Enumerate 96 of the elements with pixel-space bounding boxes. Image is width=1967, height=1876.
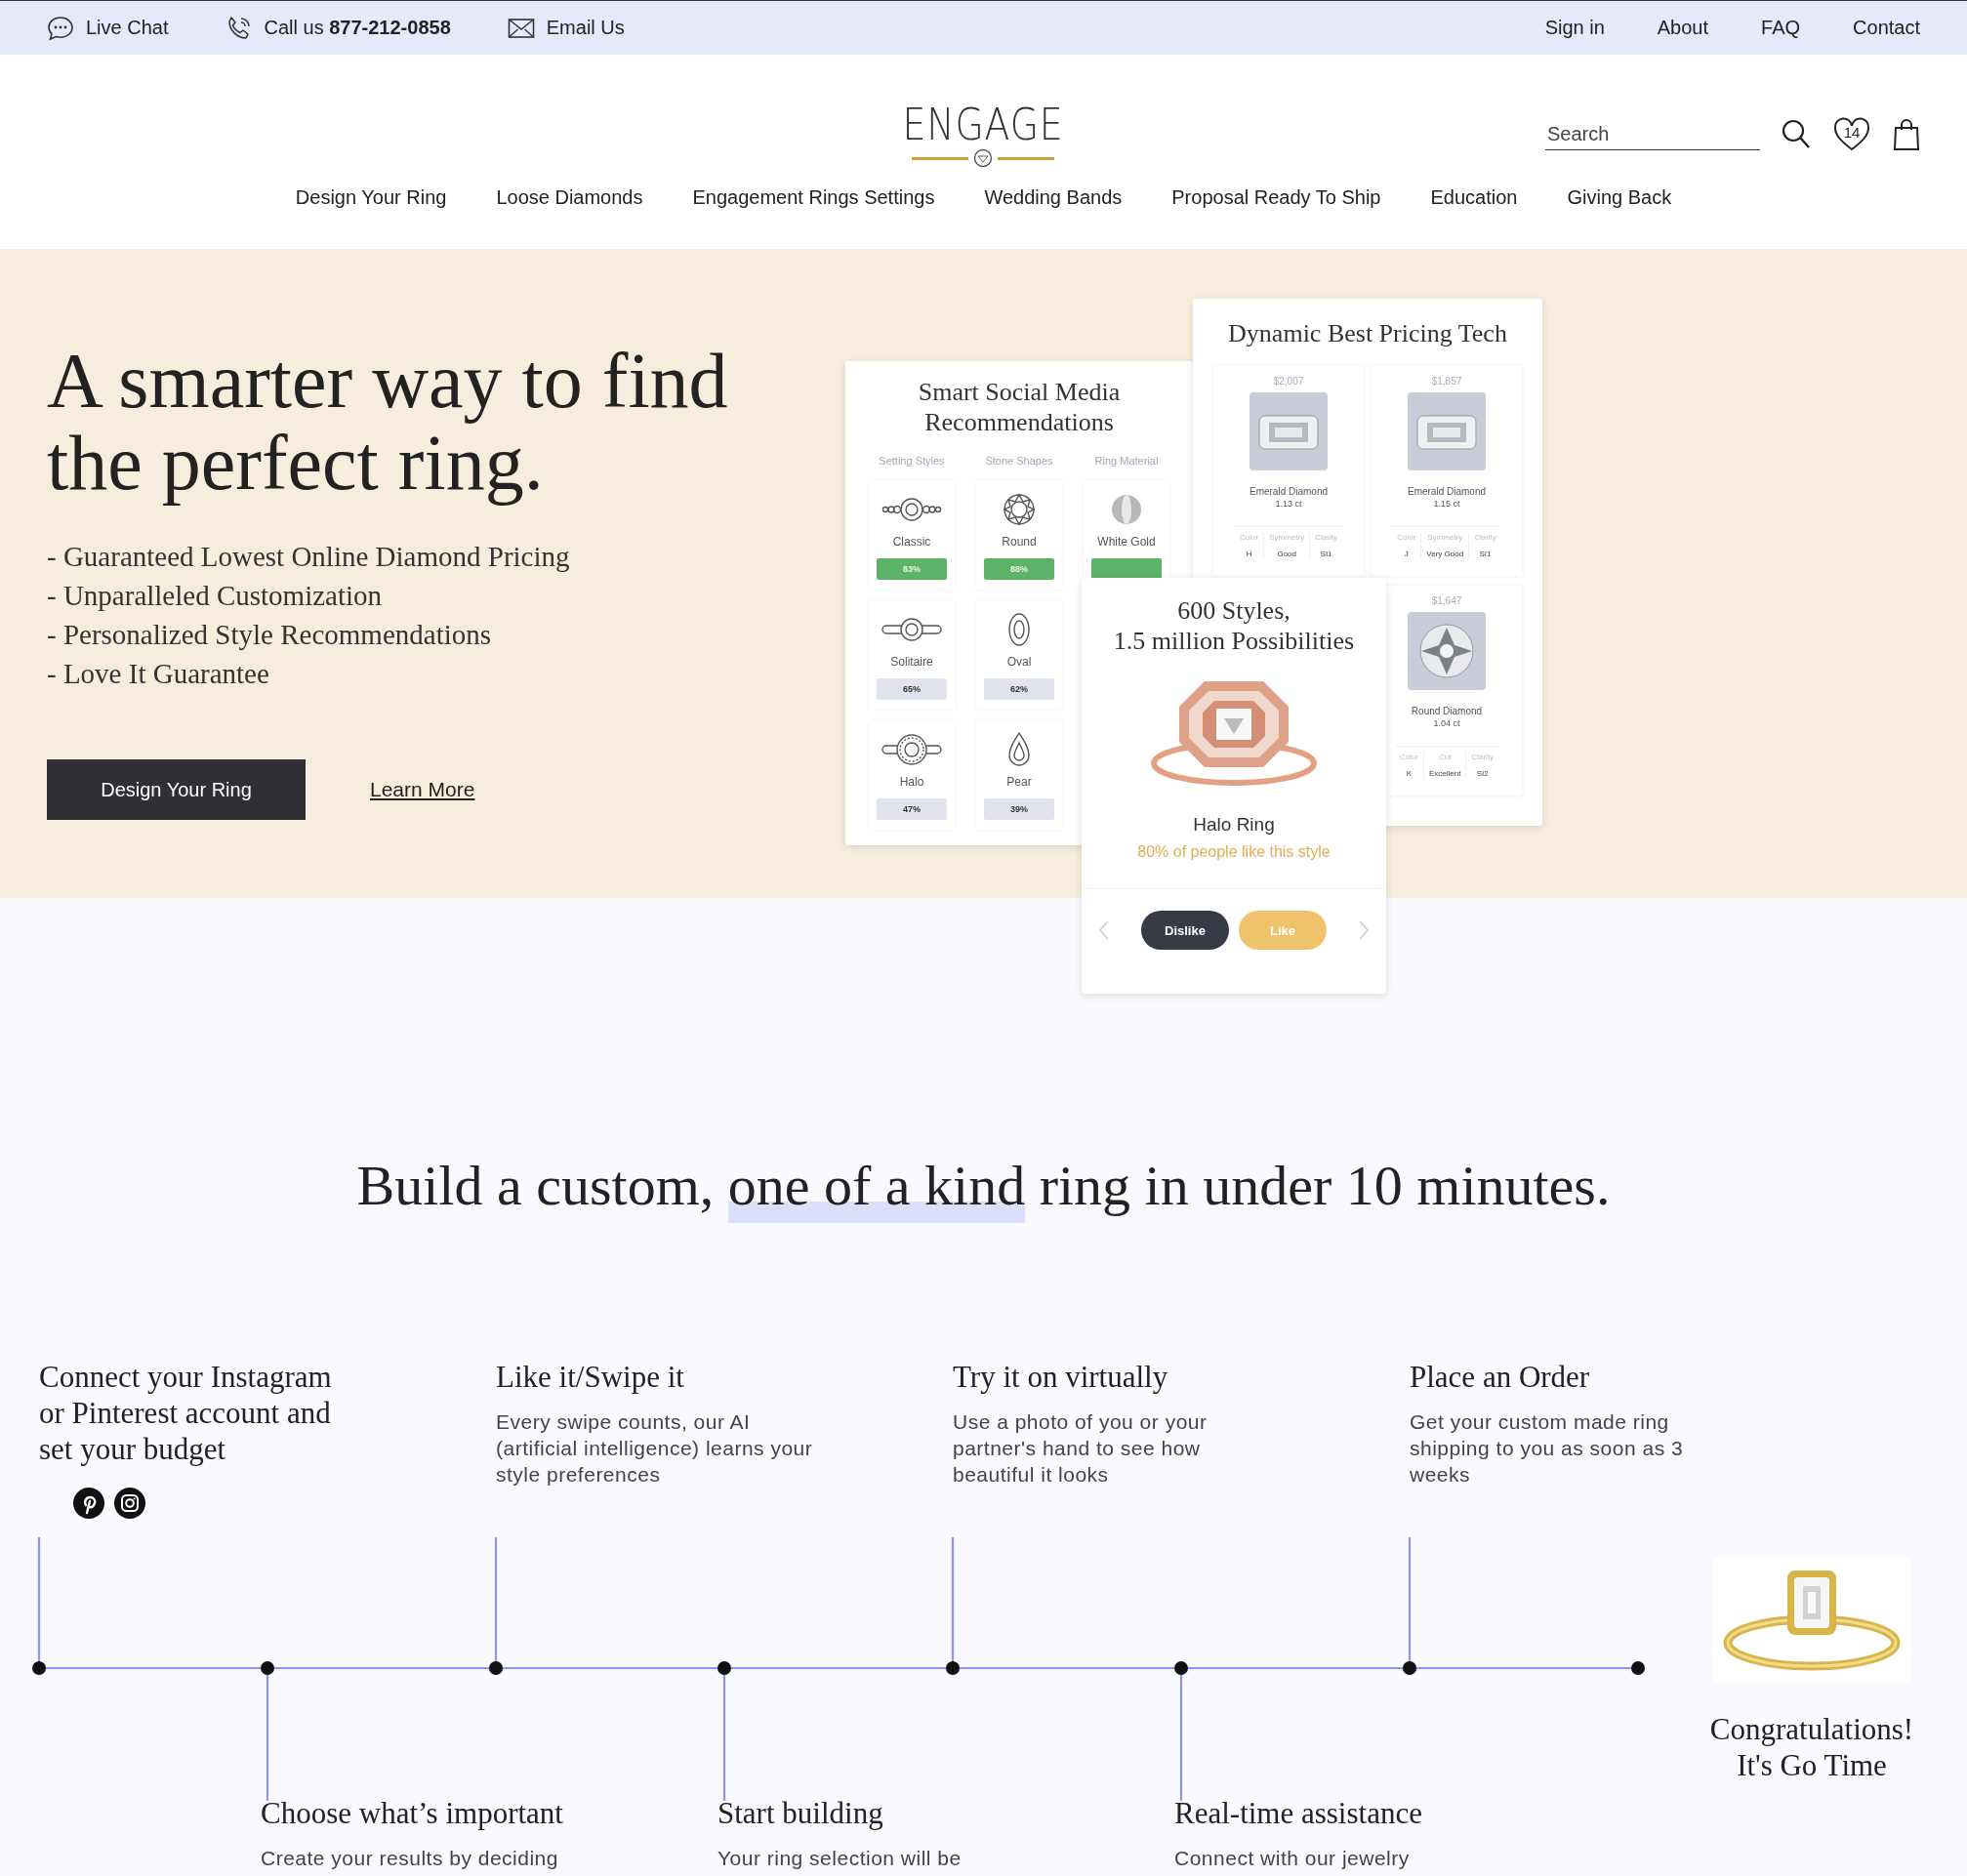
shopping-bag-icon[interactable] (1893, 118, 1920, 151)
step-title: Try it on virtually (953, 1359, 1169, 1395)
card-title: 1.5 million Possibilities (1113, 626, 1355, 656)
style-name: Halo Ring (1193, 814, 1275, 836)
nav-link[interactable]: Engagement Rings Settings (692, 186, 935, 209)
card-title: Smart Social Media Recommendations (917, 377, 1122, 437)
dislike-button[interactable]: Dislike (1141, 911, 1229, 950)
spec-label: Clarity (1474, 533, 1496, 542)
step-description: Your ring selection will be (717, 1846, 963, 1871)
step-description: Create your results by deciding (261, 1846, 559, 1871)
tile-label: White Gold (1097, 535, 1156, 549)
spec-value: SI1 (1479, 550, 1492, 558)
style-rating: 80% of people like this style (1137, 843, 1331, 861)
diamond-name: Emerald Diamond (1249, 486, 1328, 497)
hero-title: A smarter way to find the perfect ring. (47, 340, 729, 504)
spec-value: J (1404, 550, 1409, 558)
spec-value: SI2 (1476, 769, 1489, 778)
spec-value: Very Good (1426, 550, 1464, 558)
step-title: Real-time assistance (1174, 1795, 1423, 1831)
feature-item: - Personalized Style Recommendations (47, 618, 492, 652)
spec-label: Color (1240, 533, 1259, 542)
spec-value: SI1 (1320, 550, 1332, 558)
top-link[interactable]: About (1657, 17, 1709, 39)
email-link[interactable]: Email Us (546, 17, 625, 39)
diamond-carat: 1.13 ct (1275, 499, 1302, 509)
nav-link[interactable]: Education (1430, 186, 1518, 209)
wishlist-button[interactable]: 14 (1832, 117, 1871, 152)
nav-link[interactable]: Wedding Bands (984, 186, 1123, 209)
column-header: Setting Styles (879, 455, 945, 467)
spec-label: Symmetry (1427, 533, 1463, 542)
spec-value: K (1406, 769, 1413, 778)
logo-diamond-icon (912, 148, 1055, 168)
spec-value: Good (1277, 550, 1296, 558)
spec-value: Excellent (1429, 769, 1461, 778)
camera-icon[interactable] (113, 1487, 146, 1520)
design-ring-button[interactable]: Design Your Ring (47, 759, 306, 820)
step-description: Every swipe counts, our AI (artificial intelligence) learns your style preferences (496, 1409, 814, 1488)
diamond-name: Round Diamond (1411, 706, 1483, 716)
diamond-carat: 1.04 ct (1433, 718, 1460, 728)
top-link[interactable]: FAQ (1761, 17, 1801, 39)
tile-label: Pear (1006, 775, 1032, 789)
feature-item: - Guaranteed Lowest Online Diamond Pricing (47, 540, 570, 574)
phone-link[interactable]: Call us 877-212-0858 (264, 17, 451, 39)
step-title: Place an Order (1410, 1359, 1591, 1395)
spec-label: Clarity (1315, 533, 1337, 542)
step-description: Get your custom made ring shipping to you as soon as 3 weeks (1410, 1409, 1685, 1488)
nav-link[interactable]: Design Your Ring (295, 186, 447, 209)
diamond-name: Emerald Diamond (1407, 486, 1486, 497)
step-title: Choose what’s important (261, 1795, 564, 1831)
live-chat-link[interactable]: Live Chat (86, 17, 169, 39)
tile-label: Solitaire (890, 655, 933, 669)
logo[interactable]: ENGAGE (902, 102, 1065, 148)
tile-label: Halo (899, 775, 924, 789)
step-description: Use a photo of you or your partner's hand to see how beautiful it looks (953, 1409, 1209, 1488)
match-bar: 65% (877, 678, 947, 700)
spec-value: H (1246, 550, 1252, 558)
feature-item: - Unparalleled Customization (47, 579, 383, 613)
final-step-title: It's Go Time (1737, 1747, 1887, 1783)
tile-label: Classic (892, 535, 931, 549)
tile-label: Oval (1006, 655, 1032, 669)
nav-link[interactable]: Giving Back (1567, 186, 1672, 209)
section-heading: Build a custom, one of a kind ring in under 10 minutes. (356, 1150, 1611, 1222)
match-bar: 88% (984, 558, 1054, 580)
spec-label: Clarity (1471, 753, 1495, 761)
diamond-price: $2,007 (1273, 376, 1304, 387)
column-header: Ring Material (1094, 455, 1159, 467)
mail-icon (507, 17, 535, 39)
match-bar: 39% (984, 798, 1054, 820)
match-bar: 83% (877, 558, 947, 580)
nav-link[interactable]: Loose Diamonds (496, 186, 643, 209)
top-link[interactable]: Contact (1853, 17, 1920, 39)
feature-item: - Love It Guarantee (47, 657, 269, 691)
chat-icon (47, 15, 74, 41)
diamond-price: $1,647 (1431, 595, 1462, 606)
match-bar: 47% (877, 798, 947, 820)
search-field[interactable]: Search (1545, 119, 1760, 150)
tile-label: Round (1002, 535, 1037, 549)
spec-label: Color (1399, 753, 1418, 761)
card-title: Dynamic Best Pricing Tech (1227, 318, 1508, 348)
top-link[interactable]: Sign in (1544, 17, 1605, 39)
spec-label: Symmetry (1269, 533, 1305, 542)
final-step-title: Congratulations! (1709, 1711, 1914, 1747)
match-bar: 62% (984, 678, 1054, 700)
diamond-carat: 1.15 ct (1433, 499, 1460, 509)
learn-more-link[interactable]: Learn More (370, 778, 475, 801)
step-title: Like it/Swipe it (496, 1359, 685, 1395)
search-icon[interactable] (1782, 119, 1811, 150)
diamond-price: $1,857 (1431, 376, 1462, 387)
step-description: Connect with our jewelry (1174, 1846, 1411, 1871)
spec-label: Cut (1439, 753, 1452, 761)
step-title: Start building (717, 1795, 884, 1831)
column-header: Stone Shapes (985, 455, 1053, 467)
pin-logo-icon[interactable] (72, 1487, 105, 1520)
nav-link[interactable]: Proposal Ready To Ship (1171, 186, 1381, 209)
step-title: Connect your Instagram or Pinterest account and set your budget (39, 1359, 333, 1467)
card-title: 600 Styles, (1177, 595, 1291, 626)
